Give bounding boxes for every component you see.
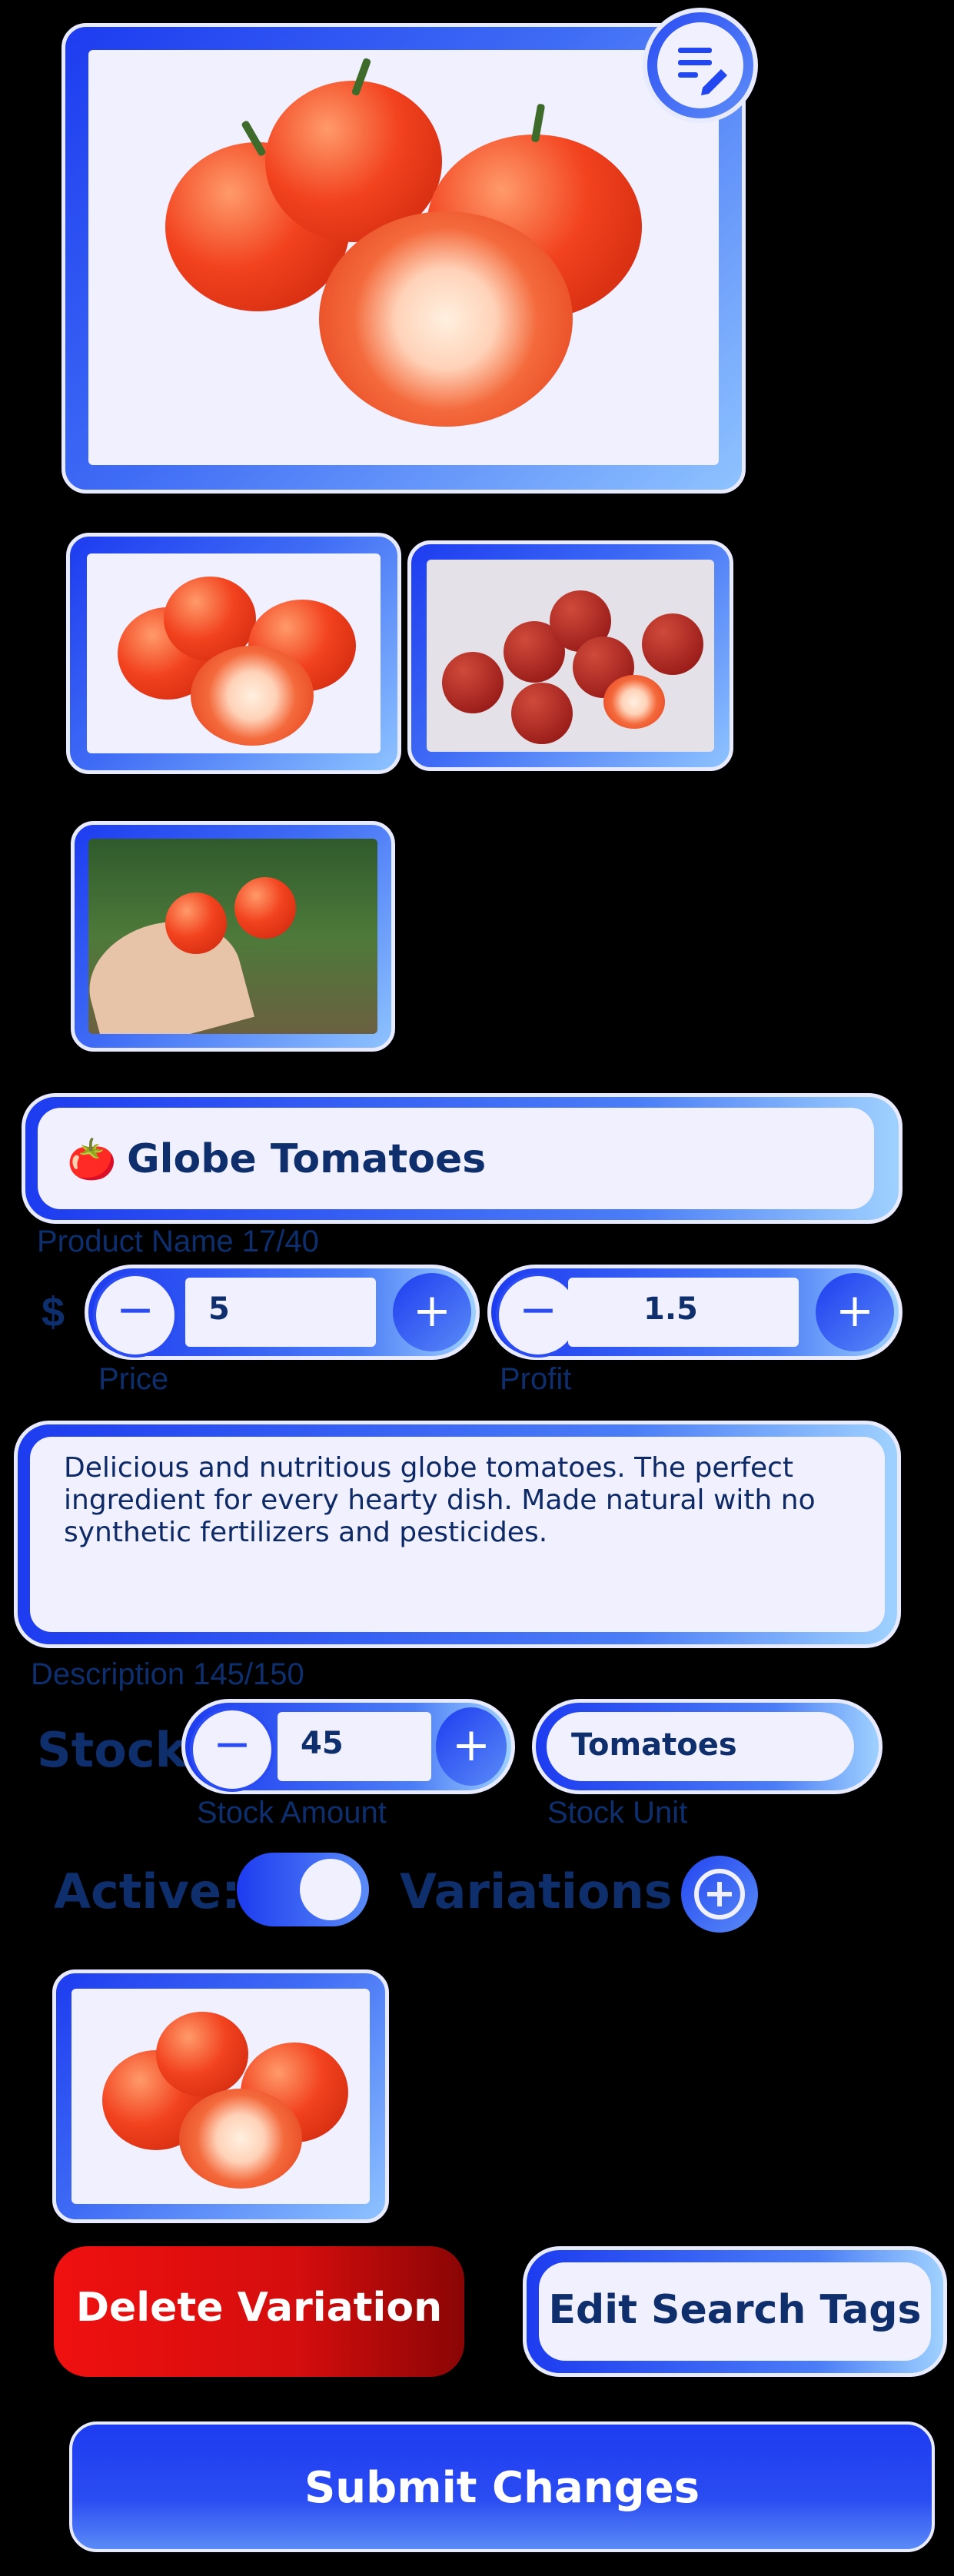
thumbnail-1[interactable]	[66, 533, 401, 774]
thumbnail-2[interactable]	[407, 540, 733, 771]
submit-changes-button[interactable]: Submit Changes	[69, 2421, 935, 2552]
tomatoes-photo	[88, 50, 719, 465]
edit-search-tags-button[interactable]: Edit Search Tags	[523, 2246, 947, 2377]
edit-image-button[interactable]	[643, 8, 758, 123]
minus-icon: −	[115, 1283, 155, 1337]
profit-increment-button[interactable]: +	[816, 1273, 894, 1351]
toggle-knob	[300, 1859, 361, 1920]
price-label: Price	[98, 1362, 169, 1396]
minus-icon: −	[518, 1283, 558, 1337]
variations-label: Variations	[400, 1863, 673, 1920]
stock-amount-stepper[interactable]: − 45 +	[181, 1699, 515, 1794]
tomato-icon: 🍅	[67, 1137, 117, 1183]
add-variation-button[interactable]	[681, 1856, 758, 1933]
profit-label: Profit	[500, 1362, 572, 1396]
product-name-input[interactable]: Globe Tomatoes	[127, 1135, 486, 1183]
price-decrement-button[interactable]: −	[93, 1273, 178, 1358]
description-field[interactable]: Delicious and nutritious globe tomatoes.…	[14, 1421, 901, 1648]
product-name-counter: Product Name 17/40	[37, 1225, 319, 1258]
stock-decrement-button[interactable]: −	[190, 1707, 274, 1792]
price-stepper[interactable]: − 5 +	[85, 1265, 480, 1360]
stock-unit-label: Stock Unit	[547, 1796, 688, 1830]
currency-symbol: $	[42, 1289, 65, 1335]
description-text[interactable]: Delicious and nutritious globe tomatoes.…	[64, 1452, 863, 1549]
edit-list-icon	[657, 22, 743, 108]
plus-icon: +	[835, 1284, 875, 1338]
plus-icon: +	[451, 1718, 491, 1772]
thumbnail-3[interactable]	[71, 821, 395, 1052]
description-counter: Description 145/150	[31, 1657, 304, 1691]
add-circle-icon	[694, 1869, 745, 1920]
stock-amount-input[interactable]: 45	[278, 1712, 431, 1781]
price-increment-button[interactable]: +	[393, 1273, 471, 1351]
profit-input[interactable]: 1.5	[568, 1278, 799, 1347]
stock-title: Stock	[37, 1722, 187, 1778]
variation-image[interactable]	[52, 1969, 389, 2223]
stock-unit-field[interactable]: Tomatoes	[532, 1699, 883, 1794]
profit-stepper[interactable]: − 1.5 +	[487, 1265, 902, 1360]
minus-icon: −	[212, 1717, 252, 1771]
main-product-image[interactable]	[61, 23, 746, 494]
product-name-field[interactable]: 🍅 Globe Tomatoes	[22, 1093, 902, 1224]
delete-variation-button[interactable]: Delete Variation	[54, 2246, 464, 2377]
price-input[interactable]: 5	[185, 1278, 376, 1347]
stock-amount-label: Stock Amount	[197, 1796, 387, 1830]
active-toggle[interactable]	[237, 1853, 369, 1926]
plus-icon: +	[412, 1284, 452, 1338]
stock-increment-button[interactable]: +	[436, 1707, 507, 1786]
active-label: Active:	[54, 1863, 241, 1920]
